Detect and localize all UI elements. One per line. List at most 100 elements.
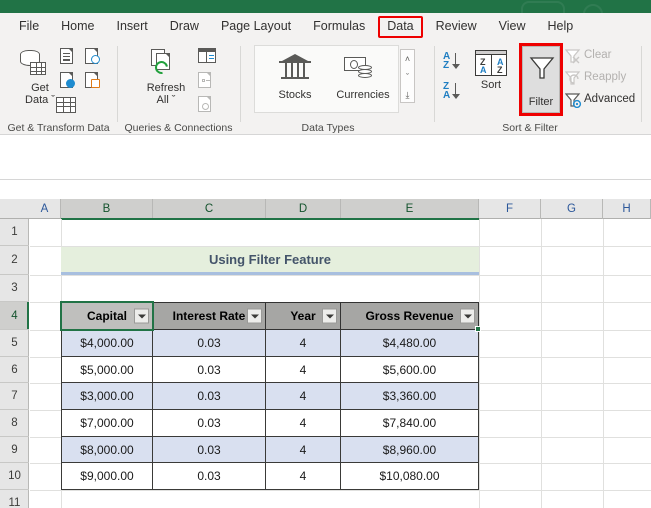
row-header-5[interactable]: 5 — [0, 330, 29, 357]
row-header-9[interactable]: 9 — [0, 437, 29, 463]
from-table-range-icon[interactable] — [85, 72, 100, 88]
row-header-2[interactable]: 2 — [0, 246, 29, 275]
sort-descending-arrow-icon — [450, 83, 462, 99]
tab-home[interactable]: Home — [52, 16, 103, 38]
data-types-spinner-up[interactable]: ˄ — [401, 50, 414, 68]
worksheet-title-cell[interactable]: Using Filter Feature — [61, 247, 479, 275]
table-row[interactable]: $3,360.00 — [341, 383, 479, 410]
table-header-year[interactable]: Year — [266, 302, 341, 330]
gridline-v-h — [603, 219, 604, 508]
sort-ascending-arrow-icon — [450, 53, 462, 69]
column-header-c[interactable]: C — [153, 199, 266, 219]
table-row[interactable]: $5,600.00 — [341, 357, 479, 383]
tab-file[interactable]: File — [10, 16, 48, 38]
currencies-button[interactable]: Currencies — [330, 51, 396, 101]
table-row[interactable]: 4 — [266, 437, 341, 463]
table-row[interactable]: 0.03 — [153, 410, 266, 437]
column-header-f[interactable]: F — [479, 199, 541, 219]
table-header-interest-rate[interactable]: Interest Rate — [153, 302, 266, 330]
table-row[interactable]: 4 — [266, 357, 341, 383]
row-header-3[interactable]: 3 — [0, 275, 29, 302]
column-header-h[interactable]: H — [603, 199, 651, 219]
row-header-8[interactable]: 8 — [0, 410, 29, 437]
sort-ascending-button[interactable]: A Z — [441, 50, 469, 74]
tab-data[interactable]: Data — [378, 15, 423, 38]
tab-page-layout[interactable]: Page Layout — [212, 16, 300, 38]
row-header-1[interactable]: 1 — [0, 219, 29, 246]
queries-connections-pane-icon[interactable] — [198, 48, 216, 63]
row-header-6[interactable]: 6 — [0, 357, 29, 383]
clear-label: Clear — [584, 49, 612, 61]
advanced-funnel-icon — [565, 93, 582, 108]
data-types-spinner-down[interactable]: ˇ — [401, 68, 414, 86]
table-header-gross-revenue[interactable]: Gross Revenue — [341, 302, 479, 330]
column-header-b[interactable]: B — [61, 199, 153, 219]
reapply-funnel-icon — [565, 71, 581, 85]
table-row[interactable]: 0.03 — [153, 330, 266, 357]
filter-dropdown-interest-rate[interactable] — [247, 308, 262, 324]
from-web-icon[interactable] — [60, 72, 75, 88]
table-row[interactable]: $9,000.00 — [61, 463, 153, 490]
data-types-spinner[interactable]: ˄ ˇ ⤓ — [400, 49, 415, 103]
group-separator-4 — [641, 46, 642, 122]
filter-dropdown-gross-revenue[interactable] — [460, 308, 475, 324]
table-header-interest-rate-label: Interest Rate — [172, 309, 246, 323]
selection-fill-handle[interactable] — [475, 326, 481, 332]
sort-button[interactable]: Z A A Z Sort — [471, 49, 511, 91]
table-row[interactable]: $3,000.00 — [61, 383, 153, 410]
table-row[interactable]: $8,960.00 — [341, 437, 479, 463]
table-row[interactable]: $10,080.00 — [341, 463, 479, 490]
table-header-capital[interactable]: Capital — [61, 302, 153, 330]
row-header-7[interactable]: 7 — [0, 383, 29, 410]
table-row[interactable]: $7,840.00 — [341, 410, 479, 437]
data-types-spinner-more[interactable]: ⤓ — [401, 86, 414, 104]
table-row[interactable]: 0.03 — [153, 383, 266, 410]
row-header-10[interactable]: 10 — [0, 463, 29, 490]
tab-insert[interactable]: Insert — [108, 16, 157, 38]
column-header-e[interactable]: E — [341, 199, 479, 219]
table-row[interactable]: $8,000.00 — [61, 437, 153, 463]
table-row[interactable]: 4 — [266, 463, 341, 490]
table-row[interactable]: 0.03 — [153, 437, 266, 463]
ribbon-group-data-types: Stocks Currencies ˄ ˇ ⤓ Data Types — [248, 40, 433, 135]
table-row[interactable]: 4 — [266, 330, 341, 357]
sort-descending-button[interactable]: Z A — [441, 80, 469, 104]
currencies-icon — [330, 51, 396, 89]
table-row[interactable]: 4 — [266, 410, 341, 437]
table-row[interactable]: $7,000.00 — [61, 410, 153, 437]
gridline-v-f — [479, 219, 480, 508]
stocks-button[interactable]: Stocks — [266, 51, 324, 101]
column-header-a[interactable]: A — [29, 199, 61, 219]
tab-draw[interactable]: Draw — [161, 16, 208, 38]
from-text-csv-icon[interactable] — [60, 48, 73, 64]
filter-dropdown-capital[interactable] — [134, 308, 149, 324]
title-bar-strip — [0, 0, 651, 13]
edit-links-icon — [198, 96, 211, 112]
column-header-d[interactable]: D — [266, 199, 341, 219]
tab-view[interactable]: View — [490, 16, 535, 38]
get-data-grid-icon — [30, 62, 46, 75]
tab-review[interactable]: Review — [427, 16, 486, 38]
ribbon-group-get-transform-data: Get Data ˇ Get & Transform Data — [0, 40, 117, 135]
table-row[interactable]: 4 — [266, 383, 341, 410]
column-header-g[interactable]: G — [541, 199, 603, 219]
group-label-sort-filter: Sort & Filter — [502, 122, 558, 134]
row-header-4[interactable]: 4 — [0, 302, 29, 330]
table-row[interactable]: $5,000.00 — [61, 357, 153, 383]
table-row[interactable]: 0.03 — [153, 357, 266, 383]
row-header-column: 1 2 3 4 5 6 7 8 9 10 11 — [0, 219, 29, 508]
refresh-all-button[interactable]: Refresh All ˇ — [137, 48, 195, 106]
filter-dropdown-year[interactable] — [322, 308, 337, 324]
ribbon-group-sort-filter: A Z Z A Z A A Z Sort Filter Clear Reappl… — [435, 40, 640, 135]
ribbon-group-queries-connections: Refresh All ˇ Queries & Connections — [118, 40, 239, 135]
titlebar-decoration-2 — [583, 4, 603, 13]
tab-formulas[interactable]: Formulas — [304, 16, 374, 38]
existing-connections-icon[interactable] — [56, 97, 76, 113]
table-row[interactable]: $4,480.00 — [341, 330, 479, 357]
from-recent-sources-icon[interactable] — [85, 48, 100, 64]
filter-button[interactable]: Filter — [522, 46, 560, 113]
tab-help[interactable]: Help — [539, 16, 583, 38]
row-header-11[interactable]: 11 — [0, 490, 29, 508]
table-row[interactable]: $4,000.00 — [61, 330, 153, 357]
table-row[interactable]: 0.03 — [153, 463, 266, 490]
